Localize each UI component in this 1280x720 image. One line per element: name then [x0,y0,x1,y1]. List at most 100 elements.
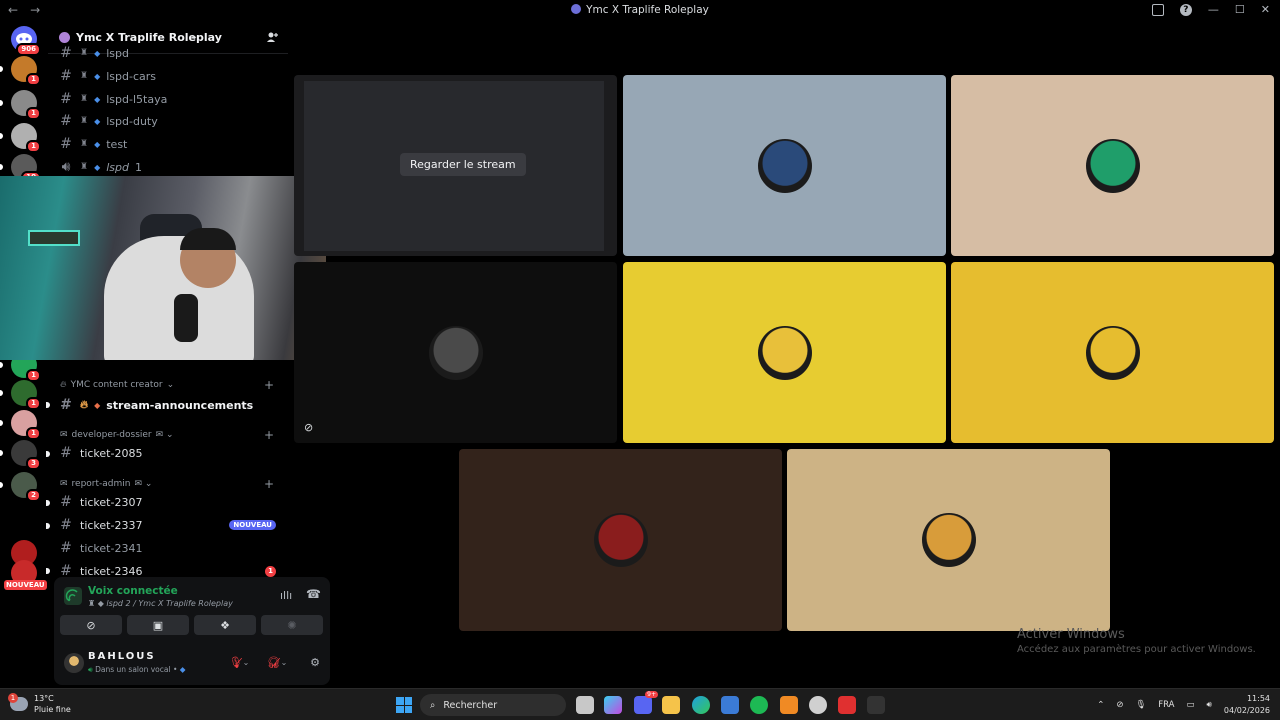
close-button[interactable]: ✕ [1261,3,1270,16]
webcam-background [28,230,80,246]
copilot-icon[interactable] [604,696,622,714]
camera-toggle-button[interactable]: ⊘ [60,615,122,635]
soundboard-icon: ✺ [287,618,297,632]
speaker-icon: 🔊︎ [61,159,71,175]
mention-badge: 1 [26,107,41,120]
new-badge: NOUVEAU [4,580,47,590]
webcam-overlay[interactable] [0,176,326,360]
mic-icon[interactable]: 🎙︎ [1135,700,1146,710]
avatar [921,513,976,567]
unread-pip [0,390,3,396]
add-channel-icon[interactable]: + [264,477,274,491]
inbox-icon[interactable] [1151,3,1164,16]
participant-tile[interactable] [623,262,946,443]
channel-test[interactable]: # ♜ ◆ test [58,135,127,153]
edge-icon[interactable] [692,696,710,714]
add-channel-icon[interactable]: + [264,428,274,442]
invite-people-icon[interactable] [266,31,278,43]
chevron-up-icon[interactable]: ⌃ [1097,700,1104,710]
server-icon[interactable]: 1 [11,380,41,410]
mute-button[interactable]: 🎙︎̸ ⌄ [224,653,254,671]
server-logo-icon [571,4,582,14]
category-report-admin[interactable]: ✉ report-admin ✉ ⌄ [60,479,152,489]
activities-icon: ❖ [220,618,230,632]
participant-tile[interactable] [459,449,782,631]
gear-icon: ⚙ [310,655,320,669]
server-icon[interactable]: 2 [11,472,41,502]
noise-suppression-icon[interactable]: ıllı [280,589,292,602]
watch-stream-button[interactable]: Regarder le stream [400,153,526,176]
chevron-down-icon: ⌄ [190,31,199,42]
store-icon[interactable] [721,696,739,714]
server-icon[interactable]: 1 [11,90,41,120]
signal-icon[interactable] [64,587,82,605]
participant-tile[interactable] [623,75,946,256]
app-icon[interactable] [809,696,827,714]
server-icon[interactable]: 1 [11,56,41,86]
language-indicator[interactable]: FRA [1158,700,1174,710]
mention-badge: 906 [16,43,41,56]
file-explorer-icon[interactable] [662,696,680,714]
home-button[interactable]: 906 [11,26,41,56]
channel-ticket-2307[interactable]: # ticket-2307 [58,493,142,511]
channel-ticket-2337[interactable]: # ticket-2337 [58,516,142,534]
user-status: 🔊︎ Dans un salon vocal • ◆ [88,665,186,674]
disconnect-icon[interactable]: ☎ [306,587,321,601]
screenshare-button[interactable]: ▣ [127,615,189,635]
channel-stream-announcements[interactable]: # 🔥︎ ◆ stream-announcements [58,396,253,414]
app-icon[interactable] [838,696,856,714]
network-off-icon[interactable]: ⊘ [1116,700,1123,710]
avatar [428,325,483,380]
settings-button[interactable]: ⚙ [300,653,330,671]
volume-icon[interactable]: 🔊︎ [1207,700,1212,710]
app-icon[interactable] [780,696,798,714]
monitor-icon[interactable]: ▭ [1187,700,1195,710]
server-icon[interactable]: 1 [11,123,41,153]
channel-lspd-cars[interactable]: # ♜ ◆ lspd-cars [58,67,156,85]
new-badge: NOUVEAU [229,520,276,530]
minimize-button[interactable]: — [1208,3,1219,16]
participant-tile[interactable] [951,262,1274,443]
server-icon[interactable]: 1 [11,410,41,440]
cloud-rain-icon: 1 [8,693,28,711]
microphone-image [174,294,198,342]
camera-off-icon: ⊘ [86,618,96,632]
channel-ticket-2341[interactable]: # ticket-2341 [58,539,142,557]
channel-ticket-2085[interactable]: # ticket-2085 [58,444,142,462]
clock[interactable]: 11:54 04/02/2026 [1224,693,1270,717]
voice-status[interactable]: Voix connectée [88,585,178,597]
participant-tile[interactable] [294,262,617,443]
soundboard-button[interactable]: ✺ [261,615,323,635]
participant-tile[interactable] [787,449,1110,631]
channel-lspd[interactable]: # ♜ ◆ lspd [58,44,129,62]
unread-indicator [46,523,50,529]
start-button[interactable] [396,697,412,713]
category-ymc-content-creator[interactable]: 🔥︎ YMC content creator ⌄ [60,380,174,390]
screenshare-icon: ▣ [152,618,164,632]
avatar[interactable] [64,653,84,673]
help-icon[interactable]: ? [1179,3,1192,16]
deafen-button[interactable]: 🎧︎̸ ⌄ [262,653,292,671]
server-icon[interactable]: 3 [11,440,41,470]
weather-widget[interactable]: 1 13°C Pluie fine [8,693,71,715]
mention-badge: 1 [26,140,41,153]
stream-tile[interactable]: Regarder le stream [294,75,617,256]
discord-taskbar-icon[interactable]: 9+ [634,691,658,714]
server-logo-icon [59,32,70,43]
task-view-icon[interactable] [576,696,594,714]
avatar [593,513,648,567]
participant-tile[interactable] [951,75,1274,256]
activities-button[interactable]: ❖ [194,615,256,635]
channel-lspd-l5taya[interactable]: # ♜ ◆ lspd-l5taya [58,90,167,108]
channel-lspd-duty[interactable]: # ♜ ◆ lspd-duty [58,112,158,130]
app-icon[interactable] [867,696,885,714]
unread-pip [0,362,3,368]
unread-indicator [46,451,50,457]
category-developer-dossier[interactable]: ✉ developer-dossier ✉ ⌄ [60,430,174,440]
spotify-icon[interactable] [750,696,768,714]
search-box[interactable]: ⌕ Rechercher [420,694,566,716]
add-channel-icon[interactable]: + [264,378,274,392]
maximize-button[interactable]: ☐ [1235,3,1245,16]
username[interactable]: BAHLOUS [88,651,156,662]
voice-channel-lspd[interactable]: 🔊︎ ♜ ◆ lspd 1 [58,158,142,176]
